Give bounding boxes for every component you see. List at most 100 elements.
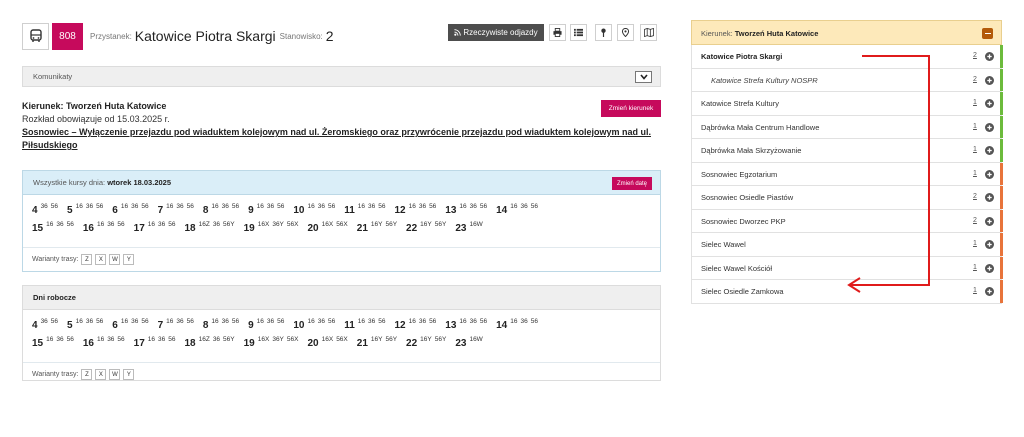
departure-minute[interactable]: 36 (222, 318, 229, 325)
tariff-zone-link[interactable]: 1 (973, 240, 977, 247)
departure-minute[interactable]: 36 (158, 336, 165, 343)
departure-minute[interactable]: 16 (148, 221, 155, 228)
route-stop-name[interactable]: Sosnowiec Dworzec PKP (701, 217, 786, 226)
departure-minute[interactable]: 16Z (199, 336, 210, 343)
departure-minute[interactable]: 36 (470, 318, 477, 325)
departure-minute[interactable]: 56 (67, 221, 74, 228)
departure-minute[interactable]: 56 (480, 203, 487, 210)
departure-minute[interactable]: 16 (76, 203, 83, 210)
departure-minute[interactable]: 16 (76, 318, 83, 325)
departure-minute[interactable]: 16 (257, 203, 264, 210)
departure-minute[interactable]: 16 (459, 203, 466, 210)
tariff-zone-link[interactable]: 1 (973, 99, 977, 106)
departure-minute[interactable]: 16W (469, 221, 482, 228)
departure-minute[interactable]: 16 (358, 203, 365, 210)
departure-minute[interactable]: 36 (222, 203, 229, 210)
route-variant-button[interactable]: X (95, 369, 107, 380)
departure-minute[interactable]: 36 (520, 318, 527, 325)
route-stop-row[interactable]: Sosnowiec Dworzec PKP 2 (691, 209, 1003, 233)
departure-minute[interactable]: 56Y (223, 336, 235, 343)
plus-circle-icon[interactable] (985, 216, 994, 226)
departure-minute[interactable]: 16 (166, 318, 173, 325)
departure-minute[interactable]: 16 (46, 221, 53, 228)
route-variant-button[interactable]: X (95, 254, 107, 265)
departure-minute[interactable]: 16Y (420, 221, 432, 228)
route-variant-button[interactable]: W (109, 369, 121, 380)
location-button[interactable] (617, 24, 634, 41)
departure-minute[interactable]: 56 (117, 336, 124, 343)
tariff-zone-link[interactable]: 1 (973, 170, 977, 177)
departure-minute[interactable]: 56 (141, 318, 148, 325)
tariff-zone-link[interactable]: 2 (973, 193, 977, 200)
departure-minute[interactable]: 56 (480, 318, 487, 325)
departure-minute[interactable]: 36 (131, 318, 138, 325)
line-number-badge[interactable]: 808 (52, 22, 83, 50)
departure-minute[interactable]: 36 (176, 203, 183, 210)
departure-minute[interactable]: 16 (166, 203, 173, 210)
route-variant-button[interactable]: W (109, 254, 121, 265)
departure-minute[interactable]: 36 (213, 336, 220, 343)
plus-circle-icon[interactable] (985, 146, 994, 155)
route-stop-row[interactable]: Sielec Wawel 1 (691, 233, 1003, 257)
departure-minute[interactable]: 36 (41, 318, 48, 325)
departure-minute[interactable]: 56 (67, 336, 74, 343)
departure-minute[interactable]: 56 (232, 318, 239, 325)
route-stop-name[interactable]: Sielec Wawel Kościół (701, 264, 772, 273)
route-stop-name[interactable]: Katowice Strefa Kultury (701, 99, 779, 108)
departure-minute[interactable]: 36 (41, 203, 48, 210)
route-stop-row[interactable]: Dąbrówka Mała Skrzyżowanie 1 (691, 139, 1003, 163)
departure-minute[interactable]: 56 (51, 318, 58, 325)
departure-minute[interactable]: 36Y (272, 336, 284, 343)
departure-minute[interactable]: 56 (531, 318, 538, 325)
departure-minute[interactable]: 56 (429, 203, 436, 210)
departure-minute[interactable]: 56X (287, 336, 299, 343)
departure-minute[interactable]: 36 (131, 203, 138, 210)
departure-minute[interactable]: 16 (211, 203, 218, 210)
route-variant-button[interactable]: Z (81, 254, 93, 265)
tariff-zone-link[interactable]: 1 (973, 146, 977, 153)
departure-minute[interactable]: 56Y (385, 336, 397, 343)
departure-minute[interactable]: 56Y (435, 336, 447, 343)
departure-minute[interactable]: 36 (520, 203, 527, 210)
departure-minute[interactable]: 36 (267, 203, 274, 210)
collapse-icon[interactable] (982, 28, 993, 39)
departure-minute[interactable]: 56Y (223, 221, 235, 228)
plus-circle-icon[interactable] (985, 99, 994, 108)
route-stop-row[interactable]: Katowice Piotra Skargi 2 (691, 45, 1003, 69)
departure-minute[interactable]: 56 (531, 203, 538, 210)
departure-minute[interactable]: 16 (97, 221, 104, 228)
stop-pin-button[interactable] (595, 24, 612, 41)
departure-minute[interactable]: 16Z (199, 221, 210, 228)
departure-minute[interactable]: 16 (46, 336, 53, 343)
departure-minute[interactable]: 16X (258, 221, 270, 228)
departure-minute[interactable]: 36 (470, 203, 477, 210)
departure-minute[interactable]: 56 (429, 318, 436, 325)
route-stop-name[interactable]: Sielec Osiedle Zamkowa (701, 287, 784, 296)
departure-minute[interactable]: 36 (56, 336, 63, 343)
departure-minute[interactable]: 56 (187, 203, 194, 210)
tariff-zone-link[interactable]: 1 (973, 123, 977, 130)
route-stop-name[interactable]: Sosnowiec Egzotarium (701, 170, 777, 179)
expand-announcements-button[interactable] (635, 71, 652, 83)
departure-minute[interactable]: 16X (322, 336, 334, 343)
departure-minute[interactable]: 16Y (371, 221, 383, 228)
departure-minute[interactable]: 36 (86, 318, 93, 325)
departure-minute[interactable]: 16 (358, 318, 365, 325)
route-stop-row[interactable]: Sielec Osiedle Zamkowa 1 (691, 280, 1003, 304)
departure-minute[interactable]: 36Y (272, 221, 284, 228)
route-stop-row[interactable]: Sielec Wawel Kościół 1 (691, 256, 1003, 280)
departure-minute[interactable]: 56 (378, 203, 385, 210)
departure-minute[interactable]: 56 (187, 318, 194, 325)
route-stop-name[interactable]: Sielec Wawel (701, 240, 746, 249)
tariff-zone-link[interactable]: 2 (973, 52, 977, 59)
departure-minute[interactable]: 16Y (420, 336, 432, 343)
departure-minute[interactable]: 16 (211, 318, 218, 325)
departure-minute[interactable]: 16Y (371, 336, 383, 343)
departure-minute[interactable]: 36 (158, 221, 165, 228)
departure-minute[interactable]: 36 (318, 318, 325, 325)
departure-minute[interactable]: 36 (419, 203, 426, 210)
departure-minute[interactable]: 36 (107, 336, 114, 343)
departure-minute[interactable]: 36 (86, 203, 93, 210)
list-view-button[interactable] (570, 24, 587, 41)
departure-minute[interactable]: 16 (97, 336, 104, 343)
